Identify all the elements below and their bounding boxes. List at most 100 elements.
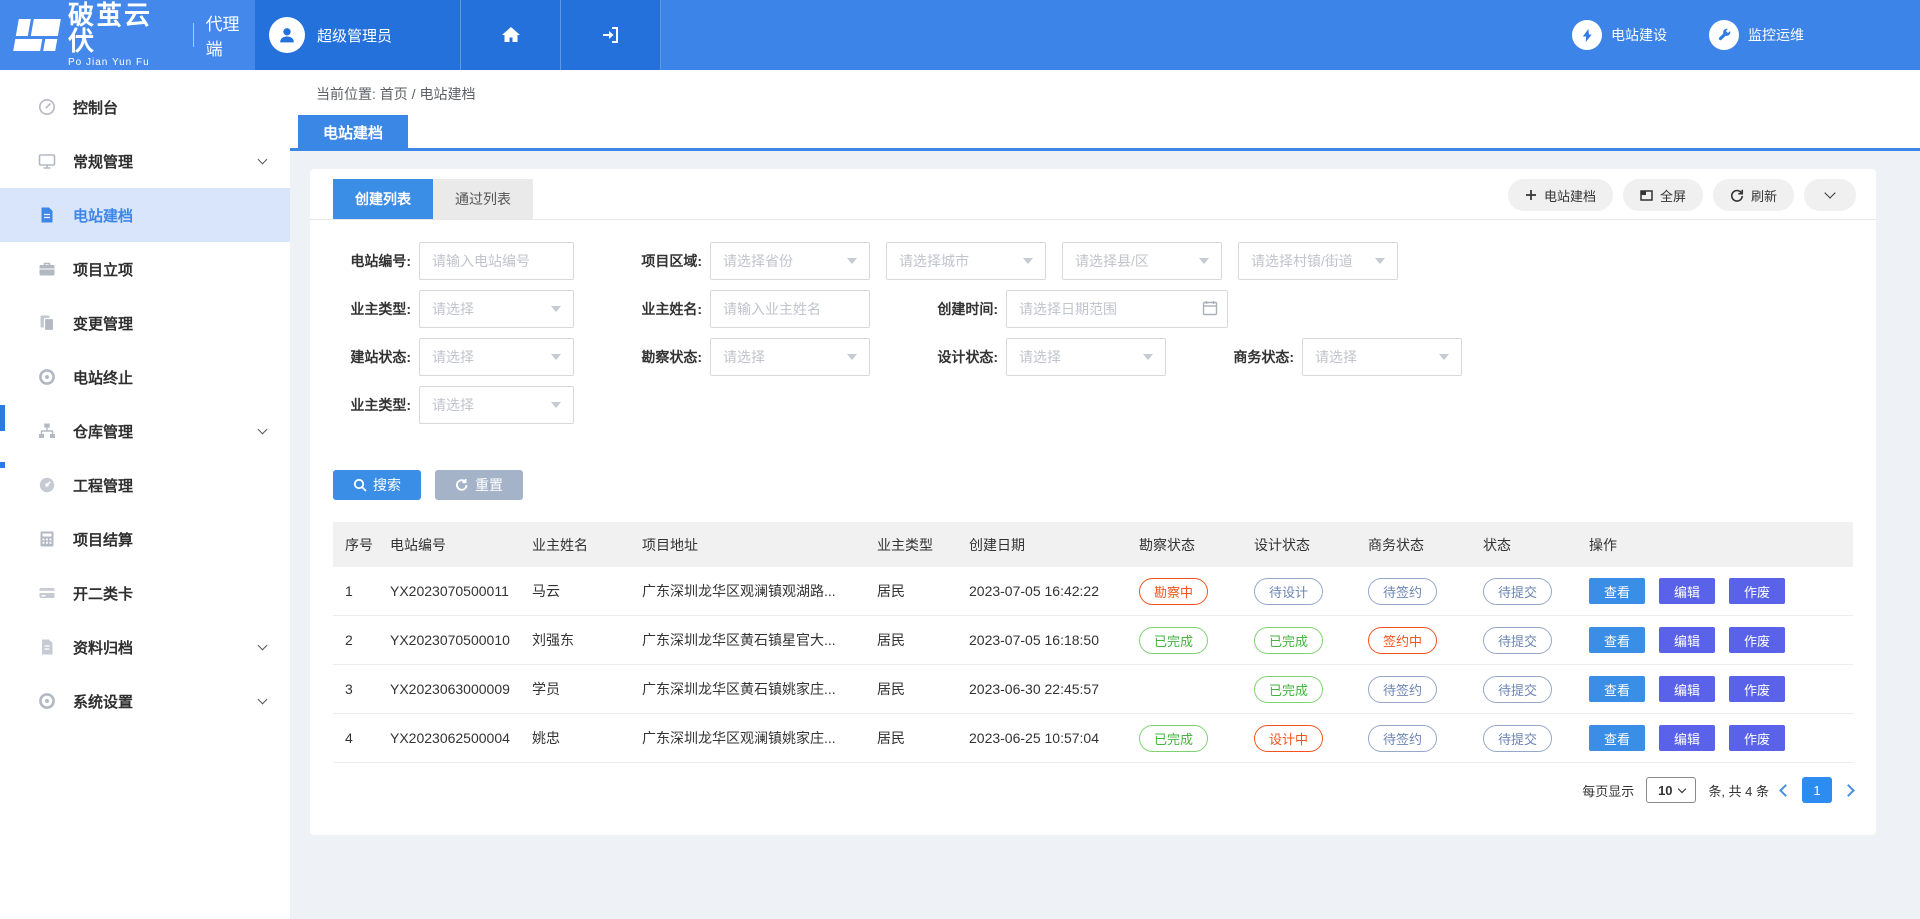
- toolbar: 电站建档 全屏 刷新: [1508, 179, 1856, 219]
- caret-down-icon: [551, 402, 561, 408]
- prev-page-button[interactable]: [1779, 784, 1792, 797]
- status-badge: 待提交: [1483, 627, 1552, 654]
- owner-type-2-label: 业主类型:: [333, 395, 411, 415]
- build-status-select[interactable]: 请选择: [419, 338, 574, 376]
- user-menu[interactable]: 超级管理员: [255, 0, 461, 70]
- view-button[interactable]: 查看: [1589, 676, 1645, 702]
- chevron-down-icon: [1824, 187, 1835, 198]
- city-select[interactable]: 请选择城市: [886, 242, 1046, 280]
- edit-button[interactable]: 编辑: [1659, 676, 1715, 702]
- view-button[interactable]: 查看: [1589, 725, 1645, 751]
- caret-down-icon: [551, 306, 561, 312]
- avatar: [269, 17, 305, 53]
- page-tab-station-archive[interactable]: 电站建档: [298, 115, 408, 150]
- sidebar-item-type2-card[interactable]: 开二类卡: [0, 566, 290, 620]
- town-select[interactable]: 请选择村镇/街道: [1238, 242, 1398, 280]
- province-select[interactable]: 请选择省份: [710, 242, 870, 280]
- station-no-label: 电站编号:: [333, 251, 411, 271]
- breadcrumb-path[interactable]: 首页 / 电站建档: [380, 86, 476, 102]
- owner-name-input[interactable]: [710, 290, 870, 328]
- status-badge: 待提交: [1483, 725, 1552, 752]
- owner-type-select[interactable]: 请选择: [419, 290, 574, 328]
- next-page-button[interactable]: [1842, 784, 1855, 797]
- add-station-button[interactable]: 电站建档: [1508, 179, 1613, 211]
- sidebar-item-engineering-mgmt[interactable]: 工程管理: [0, 458, 290, 512]
- station-table: 序号 电站编号 业主姓名 项目地址 业主类型 创建日期 勘察状态 设计状态 商务…: [333, 522, 1853, 763]
- build-status-label: 建站状态:: [333, 347, 411, 367]
- sidebar-item-project-approval[interactable]: 项目立项: [0, 242, 290, 296]
- view-button[interactable]: 查看: [1589, 627, 1645, 653]
- caret-down-icon: [1199, 258, 1209, 264]
- per-page-select[interactable]: 10: [1646, 777, 1696, 803]
- nav-station-build[interactable]: 电站建设: [1572, 20, 1667, 50]
- fullscreen-button[interactable]: 全屏: [1623, 179, 1703, 211]
- pagination: 每页显示 10 条, 共 4 条 1: [310, 777, 1853, 803]
- logo-subtitle: Po Jian Yun Fu: [68, 57, 177, 68]
- sidebar-item-warehouse-mgmt[interactable]: 仓库管理: [0, 404, 290, 458]
- page-number-1[interactable]: 1: [1802, 777, 1832, 803]
- status-badge: 勘察中: [1139, 578, 1208, 605]
- sidebar-item-general-mgmt[interactable]: 常规管理: [0, 134, 290, 188]
- caret-down-icon: [1375, 258, 1385, 264]
- chevron-down-icon: [258, 640, 268, 650]
- design-status-select[interactable]: 请选择: [1006, 338, 1166, 376]
- filter-actions: 搜索 重置: [310, 424, 1876, 500]
- logout-button[interactable]: [561, 0, 661, 70]
- search-button[interactable]: 搜索: [333, 470, 421, 500]
- sidebar-item-station-termination[interactable]: 电站终止: [0, 350, 290, 404]
- status-badge: 已完成: [1254, 676, 1323, 703]
- void-button[interactable]: 作废: [1729, 627, 1785, 653]
- collapse-toolbar-button[interactable]: [1804, 179, 1856, 211]
- date-range-input[interactable]: [1006, 290, 1228, 328]
- home-icon: [499, 23, 523, 47]
- divider: [193, 23, 194, 47]
- design-status-label: 设计状态:: [920, 347, 998, 367]
- refresh-icon: [1730, 188, 1744, 202]
- breadcrumb-prefix: 当前位置:: [316, 86, 376, 102]
- dashboard-icon: [38, 476, 56, 494]
- card-icon: [38, 584, 56, 602]
- search-icon: [353, 478, 367, 492]
- void-button[interactable]: 作废: [1729, 578, 1785, 604]
- caret-down-icon: [551, 354, 561, 360]
- status-badge: 待签约: [1368, 578, 1437, 605]
- business-status-select[interactable]: 请选择: [1302, 338, 1462, 376]
- void-button[interactable]: 作废: [1729, 676, 1785, 702]
- circle-dot-icon: [38, 368, 56, 386]
- sidebar-item-dashboard[interactable]: 控制台: [0, 80, 290, 134]
- survey-status-label: 勘察状态:: [624, 347, 702, 367]
- station-no-input[interactable]: [419, 242, 574, 280]
- home-button[interactable]: [461, 0, 561, 70]
- logo: 破茧云伏 Po Jian Yun Fu 代理端: [0, 0, 255, 70]
- void-button[interactable]: 作废: [1729, 725, 1785, 751]
- page-header: 当前位置: 首页 / 电站建档 电站建档: [290, 70, 1920, 151]
- table-row: 4 YX2023062500004 姚忠 广东深圳龙华区观澜镇姚家庄... 居民…: [333, 714, 1853, 763]
- card-head: 创建列表 通过列表 电站建档 全屏 刷新: [310, 169, 1876, 220]
- owner-type-2-select[interactable]: 请选择: [419, 386, 574, 424]
- reset-button[interactable]: 重置: [435, 470, 523, 500]
- sidebar-scrollbar[interactable]: [0, 405, 5, 431]
- edit-button[interactable]: 编辑: [1659, 578, 1715, 604]
- sidebar-item-change-mgmt[interactable]: 变更管理: [0, 296, 290, 350]
- edit-button[interactable]: 编辑: [1659, 725, 1715, 751]
- caret-down-icon: [1677, 784, 1685, 792]
- view-button[interactable]: 查看: [1589, 578, 1645, 604]
- edit-button[interactable]: 编辑: [1659, 627, 1715, 653]
- county-select[interactable]: 请选择县/区: [1062, 242, 1222, 280]
- sidebar-item-data-archive[interactable]: 资料归档: [0, 620, 290, 674]
- nav-monitor-ops[interactable]: 监控运维: [1709, 20, 1804, 50]
- survey-status-select[interactable]: 请选择: [710, 338, 870, 376]
- sidebar-item-project-settlement[interactable]: 项目结算: [0, 512, 290, 566]
- sidebar-item-station-archive[interactable]: 电站建档: [0, 188, 290, 242]
- tab-create-list[interactable]: 创建列表: [333, 179, 433, 219]
- sidebar-item-system-settings[interactable]: 系统设置: [0, 674, 290, 728]
- caret-down-icon: [847, 354, 857, 360]
- topbar: 破茧云伏 Po Jian Yun Fu 代理端 超级管理员: [0, 0, 1920, 70]
- file-icon: [38, 638, 56, 656]
- status-badge: 待签约: [1368, 725, 1437, 752]
- table-header: 序号 电站编号 业主姓名 项目地址 业主类型 创建日期 勘察状态 设计状态 商务…: [333, 522, 1853, 567]
- tab-passed-list[interactable]: 通过列表: [433, 179, 533, 219]
- status-badge: 待提交: [1483, 578, 1552, 605]
- refresh-button[interactable]: 刷新: [1713, 179, 1794, 211]
- sidebar-scrollbar[interactable]: [0, 462, 5, 468]
